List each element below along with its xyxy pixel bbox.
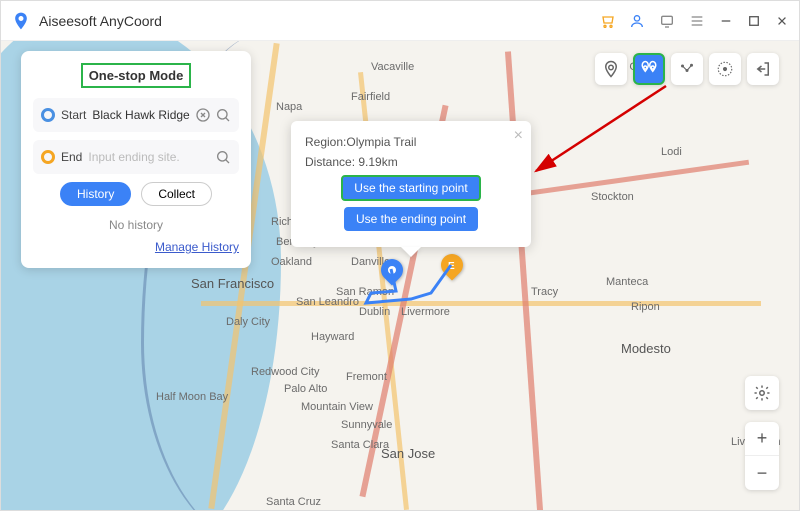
mode-toolbar <box>595 53 779 85</box>
start-input-row: Start <box>33 98 239 132</box>
city-label: Stockton <box>591 191 634 203</box>
city-label: Manteca <box>606 276 648 288</box>
zoom-controls: + − <box>745 422 779 490</box>
city-label: Ripon <box>631 301 660 313</box>
maximize-button[interactable] <box>747 14 761 28</box>
app-window: Aiseesoft AnyCoord <box>0 0 800 511</box>
distance-label: Distance: <box>305 155 358 169</box>
city-label: San Francisco <box>191 276 274 291</box>
city-label: Tracy <box>531 286 558 298</box>
user-icon[interactable] <box>629 13 645 29</box>
close-popup-icon[interactable]: × <box>514 127 523 145</box>
cart-icon[interactable] <box>599 13 615 29</box>
city-label: San Leandro <box>296 296 359 308</box>
region-label: Region: <box>305 135 346 149</box>
titlebar-icons <box>599 13 789 29</box>
minimize-button[interactable] <box>719 14 733 28</box>
joystick-mode-button[interactable] <box>709 53 741 85</box>
start-input[interactable] <box>92 108 191 122</box>
city-label: Palo Alto <box>284 383 327 395</box>
region-popup: × Region:Olympia Trail Distance: 9.19km … <box>291 121 531 247</box>
city-label: Fremont <box>346 371 387 383</box>
end-pin-icon <box>41 150 55 164</box>
distance-line: Distance: 9.19km <box>305 155 517 169</box>
city-label: Lodi <box>661 146 682 158</box>
city-label: Half Moon Bay <box>156 391 228 403</box>
history-button[interactable]: History <box>60 182 131 206</box>
use-ending-point-button[interactable]: Use the ending point <box>344 207 478 231</box>
clear-start-icon[interactable] <box>195 107 211 123</box>
city-label: San Jose <box>381 446 435 461</box>
settings-button[interactable] <box>745 376 779 410</box>
city-label: Livermore <box>401 306 450 318</box>
map-canvas[interactable]: Santa Rosa Napa Fairfield Vacaville Elk … <box>1 41 799 510</box>
search-start-icon[interactable] <box>215 107 231 123</box>
exit-mode-button[interactable] <box>747 53 779 85</box>
collect-button[interactable]: Collect <box>141 182 212 206</box>
region-value: Olympia Trail <box>346 135 416 149</box>
end-marker-icon[interactable] <box>436 249 467 280</box>
city-label: Napa <box>276 101 302 113</box>
modify-location-button[interactable] <box>595 53 627 85</box>
titlebar: Aiseesoft AnyCoord <box>1 1 799 41</box>
multi-stop-mode-button[interactable] <box>671 53 703 85</box>
mode-title: One-stop Mode <box>81 63 192 88</box>
city-label: Mountain View <box>301 401 373 413</box>
city-label: Fairfield <box>351 91 390 103</box>
zoom-in-button[interactable]: + <box>745 422 779 456</box>
end-label: End <box>61 150 82 164</box>
city-label: Dublin <box>359 306 390 318</box>
city-label: Daly City <box>226 316 270 328</box>
city-label: Vacaville <box>371 61 414 73</box>
city-label: Modesto <box>621 341 671 356</box>
end-input-row: End <box>33 140 239 174</box>
start-label: Start <box>61 108 86 122</box>
one-stop-mode-button[interactable] <box>633 53 665 85</box>
app-title: Aiseesoft AnyCoord <box>39 13 162 29</box>
start-pin-icon <box>41 108 55 122</box>
end-input[interactable] <box>88 150 211 164</box>
region-line: Region:Olympia Trail <box>305 135 517 149</box>
distance-value: 9.19km <box>358 155 397 169</box>
feedback-icon[interactable] <box>659 13 675 29</box>
use-starting-point-button[interactable]: Use the starting point <box>341 175 480 201</box>
search-end-icon[interactable] <box>215 149 231 165</box>
city-label: Hayward <box>311 331 354 343</box>
menu-icon[interactable] <box>689 13 705 29</box>
city-label: Santa Cruz <box>266 496 321 508</box>
close-button[interactable] <box>775 14 789 28</box>
city-label: Sunnyvale <box>341 419 392 431</box>
no-history-text: No history <box>33 218 239 232</box>
route-panel: One-stop Mode Start End <box>21 51 251 268</box>
app-logo-icon <box>11 11 31 31</box>
city-label: Redwood City <box>251 366 319 378</box>
city-label: Oakland <box>271 256 312 268</box>
zoom-out-button[interactable]: − <box>745 456 779 490</box>
manage-history-link[interactable]: Manage History <box>33 240 239 254</box>
